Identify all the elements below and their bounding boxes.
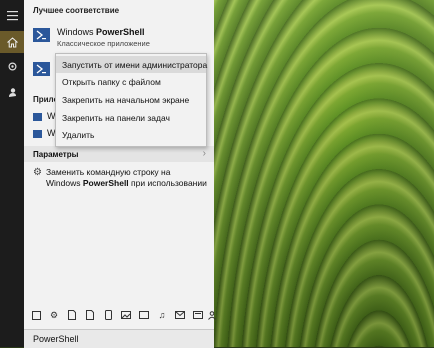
gear-icon <box>7 61 17 71</box>
context-menu: Запустить от имени администратора Открыт… <box>55 53 207 147</box>
hamburger-menu-button[interactable] <box>0 4 24 26</box>
best-match-type: Классическое приложение <box>57 39 150 48</box>
email-filter-icon[interactable] <box>174 309 186 321</box>
best-match-heading: Лучшее соответствие <box>33 6 120 15</box>
settings-rail-button[interactable] <box>0 55 24 77</box>
uninstall-menu-item[interactable]: Удалить <box>56 126 206 143</box>
home-button[interactable] <box>0 31 24 53</box>
person-icon <box>8 87 16 97</box>
run-as-admin-menu-item[interactable]: Запустить от имени администратора <box>56 56 207 73</box>
people-filter-icon[interactable] <box>206 309 218 321</box>
settings-filter-icon[interactable]: ⚙ <box>48 309 60 321</box>
settings-result-line2: Windows PowerShell при использовании <box>46 178 207 188</box>
settings-heading: Параметры <box>33 150 79 159</box>
folders-filter-icon[interactable] <box>84 309 96 321</box>
settings-section-header[interactable]: Параметры › <box>24 146 214 162</box>
pin-to-taskbar-menu-item[interactable]: Закрепить на панели задач <box>56 109 206 126</box>
user-button[interactable] <box>0 81 24 103</box>
start-rail <box>0 0 24 347</box>
photos-filter-icon[interactable] <box>120 309 132 321</box>
search-box[interactable]: PowerShell <box>24 329 214 348</box>
tablet-filter-icon[interactable] <box>102 309 114 321</box>
gear-icon: ⚙ <box>33 167 42 178</box>
settings-result-line1: Заменить командную строку на <box>46 167 171 177</box>
best-match-item[interactable]: Windows PowerShell Классическое приложен… <box>33 24 211 50</box>
search-filter-bar: ⚙ ♫ <box>24 307 216 323</box>
hamburger-icon <box>6 10 18 20</box>
search-query: PowerShell <box>33 334 79 344</box>
powershell-ise-icon[interactable] <box>33 62 50 76</box>
videos-filter-icon[interactable] <box>138 309 150 321</box>
music-filter-icon[interactable]: ♫ <box>156 309 168 321</box>
apps-filter-icon[interactable] <box>30 309 42 321</box>
documents-filter-icon[interactable] <box>66 309 78 321</box>
powershell-small-icon <box>33 113 42 121</box>
open-file-location-menu-item[interactable]: Открыть папку с файлом <box>56 73 206 90</box>
powershell-small-icon <box>33 130 42 138</box>
desktop-wallpaper <box>214 0 434 347</box>
chevron-right-icon: › <box>202 148 206 159</box>
web-filter-icon[interactable] <box>192 309 204 321</box>
home-icon <box>6 36 18 47</box>
pin-to-start-menu-item[interactable]: Закрепить на начальном экране <box>56 91 206 108</box>
powershell-icon <box>33 28 50 42</box>
best-match-name: Windows PowerShell <box>57 27 145 37</box>
